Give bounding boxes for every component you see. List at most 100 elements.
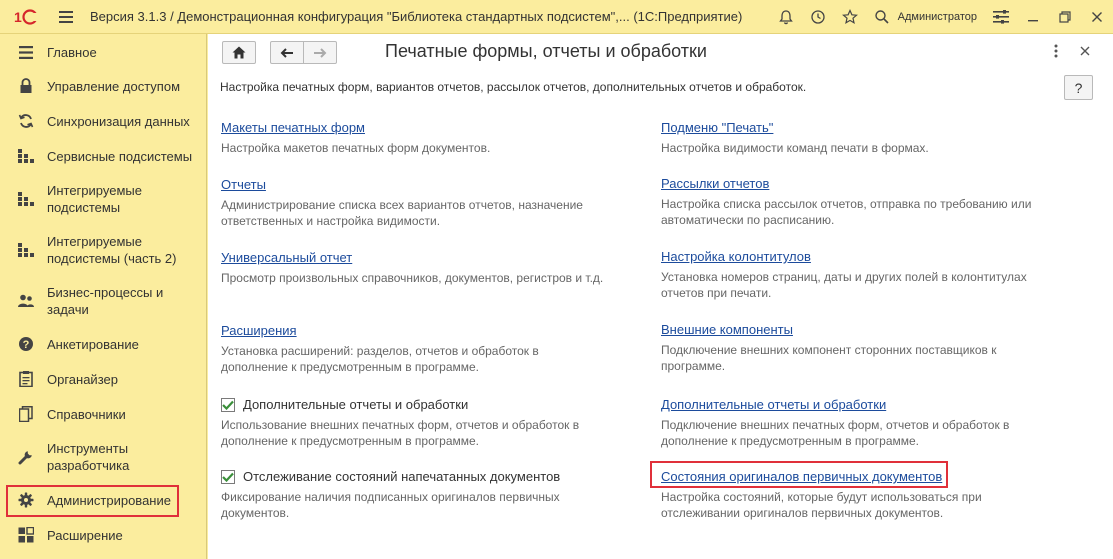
checkmark-icon: [222, 400, 234, 410]
sidebar-item-access[interactable]: Управление доступом: [0, 76, 207, 96]
extensions-link[interactable]: Расширения: [221, 322, 297, 339]
close-form-icon[interactable]: [1077, 42, 1093, 60]
sidebar-item-label: Сервисные подсистемы: [47, 148, 193, 164]
sidebar-item-integrated-2[interactable]: Интегрируемые подсистемы (часть 2): [0, 232, 207, 268]
setting-description: Использование внешних печатных форм, отч…: [221, 418, 580, 448]
sidebar-item-extension[interactable]: Расширение: [0, 525, 207, 545]
forward-button[interactable]: [303, 41, 337, 64]
svg-text:1: 1: [14, 9, 22, 25]
settings-icon[interactable]: [985, 0, 1017, 34]
blocks-icon: [18, 527, 34, 543]
checkmark-icon: [222, 472, 234, 482]
list-icon: [18, 44, 34, 60]
universal-report-link[interactable]: Универсальный отчет: [221, 249, 352, 266]
sidebar-item-label: Синхронизация данных: [47, 113, 190, 129]
sidebar-item-label: Инструменты разработчика: [47, 441, 130, 473]
sidebar-item-main[interactable]: Главное: [0, 42, 207, 62]
wrench-icon: [18, 449, 34, 465]
sidebar-item-business-processes[interactable]: Бизнес-процессы и задачи: [0, 283, 207, 319]
sync-icon: [18, 113, 34, 129]
books-icon: [18, 406, 34, 422]
grid-icon: [18, 148, 34, 164]
minimize-icon[interactable]: [1017, 0, 1049, 34]
arrow-right-icon: [314, 47, 327, 58]
app-logo: 1: [0, 0, 52, 34]
close-icon[interactable]: [1081, 0, 1113, 34]
setting-external-components: Внешние компоненты Подключение внешних к…: [661, 321, 1081, 374]
sidebar-item-catalogs[interactable]: Справочники: [0, 404, 207, 424]
highlight-box: [650, 461, 948, 488]
additional-reports-checkbox[interactable]: [221, 397, 235, 412]
additional-reports-link[interactable]: Дополнительные отчеты и обработки: [661, 396, 886, 413]
external-components-link[interactable]: Внешние компоненты: [661, 321, 793, 338]
sidebar-item-dev-tools[interactable]: Инструменты разработчика: [0, 439, 207, 475]
search-icon[interactable]: [866, 0, 898, 34]
sidebar-item-label: Органайзер: [47, 371, 118, 387]
home-icon: [232, 46, 246, 59]
grid-icon: [18, 191, 34, 207]
checkbox-label[interactable]: Дополнительные отчеты и обработки: [243, 396, 468, 413]
setting-reports: Отчеты Администрирование списка всех вар…: [221, 176, 641, 229]
setting-universal-report: Универсальный отчет Просмотр произвольны…: [221, 249, 641, 286]
sidebar-item-service[interactable]: Сервисные подсистемы: [0, 146, 207, 166]
report-mailings-link[interactable]: Рассылки отчетов: [661, 175, 769, 192]
home-button[interactable]: [222, 41, 256, 64]
history-icon[interactable]: [802, 0, 834, 34]
setting-description: Администрирование списка всех вариантов …: [221, 198, 583, 228]
sidebar-item-sync[interactable]: Синхронизация данных: [0, 111, 207, 131]
selection-highlight: [6, 485, 179, 517]
setting-description: Настройка списка рассылок отчетов, отпра…: [661, 197, 1032, 227]
notepad-icon: [18, 371, 34, 387]
setting-print-templates: Макеты печатных форм Настройка макетов п…: [221, 119, 641, 156]
sidebar-item-label: Управление доступом: [47, 78, 181, 94]
setting-extensions: Расширения Установка расширений: раздело…: [221, 322, 641, 375]
setting-additional-reports-option: Дополнительные отчеты и обработки Исполь…: [221, 396, 641, 449]
menu-icon[interactable]: [52, 0, 80, 34]
sidebar-item-organizer[interactable]: Органайзер: [0, 369, 207, 389]
setting-description: Установка расширений: разделов, отчетов …: [221, 344, 539, 374]
sidebar-item-label: Расширение: [47, 527, 123, 543]
svg-text:?: ?: [23, 339, 30, 351]
checkbox-label[interactable]: Отслеживание состояний напечатанных доку…: [243, 468, 560, 485]
setting-description: Просмотр произвольных справочников, доку…: [221, 271, 604, 285]
sidebar-item-label: Главное: [47, 44, 97, 60]
setting-print-submenu: Подменю "Печать" Настройка видимости ком…: [661, 119, 1081, 156]
reports-link[interactable]: Отчеты: [221, 176, 266, 193]
question-icon: ?: [18, 336, 34, 352]
help-button[interactable]: ?: [1064, 75, 1093, 100]
setting-headers-footers: Настройка колонтитулов Установка номеров…: [661, 248, 1081, 301]
sidebar-item-label: Интегрируемые подсистемы (часть 2): [47, 234, 177, 266]
track-printed-docs-checkbox[interactable]: [221, 469, 235, 484]
restore-icon[interactable]: [1049, 0, 1081, 34]
headers-footers-link[interactable]: Настройка колонтитулов: [661, 248, 811, 265]
sidebar-item-label: Справочники: [47, 406, 126, 422]
setting-description: Подключение внешних компонент сторонних …: [661, 343, 997, 373]
sidebar-item-label: Бизнес-процессы и задачи: [47, 285, 164, 317]
setting-track-printed-docs: Отслеживание состояний напечатанных доку…: [221, 468, 641, 521]
setting-description: Настройка макетов печатных форм документ…: [221, 141, 491, 155]
setting-additional-reports: Дополнительные отчеты и обработки Подклю…: [661, 396, 1081, 449]
print-templates-link[interactable]: Макеты печатных форм: [221, 119, 365, 136]
print-submenu-link[interactable]: Подменю "Печать": [661, 119, 773, 136]
setting-description: Фиксирование наличия подписанных оригина…: [221, 490, 560, 520]
sidebar-item-integrated[interactable]: Интегрируемые подсистемы: [0, 181, 207, 217]
sections-panel: Главное Управление доступом Синхронизаци…: [0, 34, 207, 559]
page-title: Печатные формы, отчеты и обработки: [385, 41, 707, 61]
sidebar-item-label: Анкетирование: [47, 336, 139, 352]
setting-description: Настройка видимости команд печати в форм…: [661, 141, 929, 155]
grid-icon: [18, 242, 34, 258]
sidebar-item-label: Интегрируемые подсистемы: [47, 183, 142, 215]
back-button[interactable]: [270, 41, 304, 64]
form-description: Настройка печатных форм, вариантов отчет…: [220, 80, 807, 94]
window-title: Версия 3.1.3 / Демонстрационная конфигур…: [90, 9, 743, 24]
setting-description: Настройка состояний, которые будут испол…: [661, 490, 982, 520]
current-user[interactable]: Администратор: [898, 11, 985, 23]
star-icon[interactable]: [834, 0, 866, 34]
bell-icon[interactable]: [770, 0, 802, 34]
more-menu-icon[interactable]: [1048, 42, 1064, 60]
lock-icon: [18, 78, 34, 94]
setting-description: Установка номеров страниц, даты и других…: [661, 270, 1027, 300]
sidebar-item-survey[interactable]: ? Анкетирование: [0, 334, 207, 354]
title-bar: 1 Версия 3.1.3 / Демонстрационная конфиг…: [0, 0, 1113, 34]
main-form: Печатные формы, отчеты и обработки Настр…: [208, 34, 1113, 559]
